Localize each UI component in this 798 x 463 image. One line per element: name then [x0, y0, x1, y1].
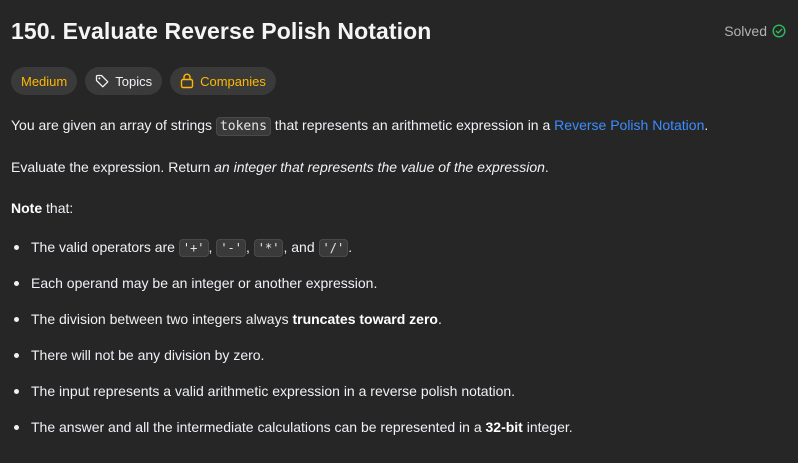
problem-header: 150. Evaluate Reverse Polish Notation So… — [11, 14, 786, 48]
list-item: The valid operators are '+', '-', '*', a… — [11, 237, 573, 273]
intro-text-middle: that represents an arithmetic expression… — [270, 117, 555, 133]
constraints-list: The valid operators are '+', '-', '*', a… — [11, 237, 573, 453]
note-label: Note — [11, 200, 43, 216]
difficulty-label: Medium — [21, 73, 68, 89]
plus-operator-code: '+' — [178, 239, 209, 257]
tokens-code: tokens — [215, 117, 271, 136]
division-text-end: . — [437, 311, 442, 327]
bullet-dot — [14, 245, 19, 250]
problem-description-panel: 150. Evaluate Reverse Polish Notation So… — [0, 0, 798, 463]
operators-text-end: . — [348, 239, 353, 255]
bullet-dot — [14, 281, 19, 286]
intro-text-end: . — [704, 117, 709, 133]
integer-range-text: The answer and all the intermediate calc… — [31, 419, 486, 435]
list-item: There will not be any division by zero. — [11, 345, 573, 381]
lock-icon — [180, 73, 194, 89]
truncates-emphasis: truncates toward zero — [292, 311, 438, 327]
integer-range-text-end: integer. — [522, 419, 573, 435]
problem-title[interactable]: 150. Evaluate Reverse Polish Notation — [11, 18, 431, 45]
32-bit-emphasis: 32-bit — [485, 419, 523, 435]
tag-icon — [95, 74, 109, 88]
evaluate-text-end: . — [544, 159, 549, 175]
reverse-polish-notation-link[interactable]: Reverse Polish Notation — [554, 117, 704, 133]
minus-operator-code: '-' — [216, 239, 247, 257]
companies-button[interactable]: Companies — [170, 67, 276, 95]
solved-status: Solved — [724, 23, 786, 39]
difficulty-badge: Medium — [11, 67, 78, 95]
bullet-dot — [14, 317, 19, 322]
list-item: The division between two integers always… — [11, 309, 573, 345]
problem-tags: Medium Topics Companies — [11, 67, 276, 95]
divide-operator-code: '/' — [318, 239, 349, 257]
topics-button[interactable]: Topics — [85, 67, 163, 95]
intro-text: You are given an array of strings — [11, 117, 216, 133]
note-paragraph: Note that: — [11, 198, 73, 218]
bullet-dot — [14, 425, 19, 430]
separator: , — [246, 239, 254, 255]
return-value-emphasis: an integer that represents the value of … — [214, 159, 545, 175]
no-division-by-zero-text: There will not be any division by zero. — [31, 347, 265, 363]
topics-label: Topics — [115, 73, 153, 89]
list-item: The input represents a valid arithmetic … — [11, 381, 573, 417]
valid-input-text: The input represents a valid arithmetic … — [31, 383, 516, 399]
division-text: The division between two integers always — [31, 311, 293, 327]
operand-text: Each operand may be an integer or anothe… — [31, 275, 378, 291]
intro-paragraph: You are given an array of strings tokens… — [11, 115, 708, 137]
check-circle-icon — [772, 24, 786, 38]
note-text: that: — [42, 200, 74, 216]
evaluate-paragraph: Evaluate the expression. Return an integ… — [11, 157, 549, 177]
bullet-dot — [14, 353, 19, 358]
multiply-operator-code: '*' — [253, 239, 284, 257]
separator: , and — [283, 239, 319, 255]
companies-label: Companies — [200, 73, 266, 89]
operators-text: The valid operators are — [31, 239, 179, 255]
list-item: Each operand may be an integer or anothe… — [11, 273, 573, 309]
list-item: The answer and all the intermediate calc… — [11, 417, 573, 453]
bullet-dot — [14, 389, 19, 394]
solved-label: Solved — [724, 23, 767, 39]
evaluate-text: Evaluate the expression. Return — [11, 159, 215, 175]
